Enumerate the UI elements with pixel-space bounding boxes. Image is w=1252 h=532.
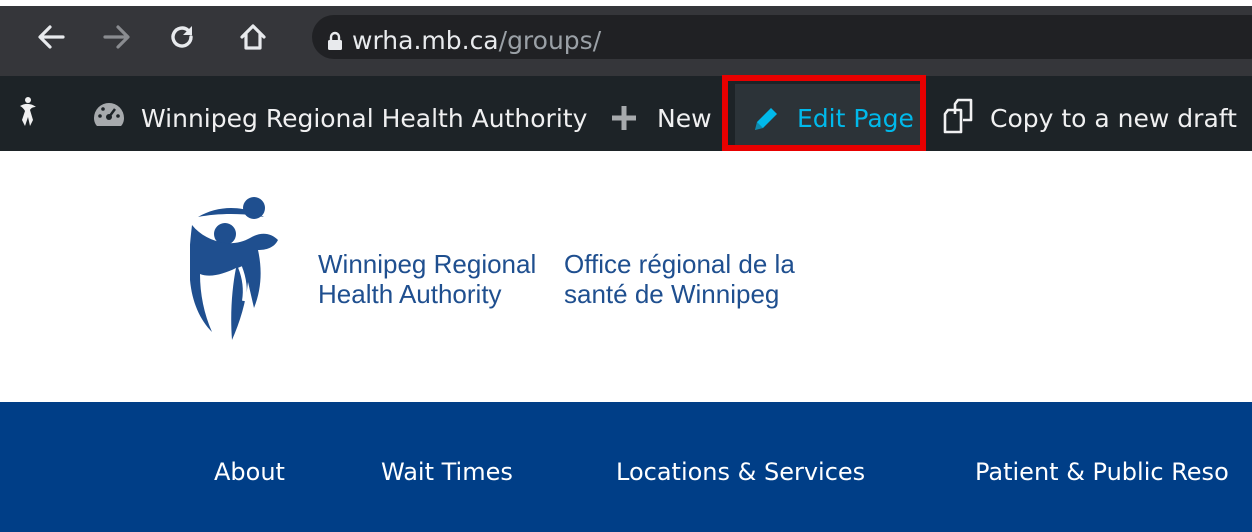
wrha-logo-icon[interactable] — [190, 195, 280, 360]
lock-icon — [328, 31, 342, 50]
admin-edit-page-link[interactable]: Edit Page — [797, 104, 914, 133]
logo-en-line2: Health Authority — [318, 279, 502, 309]
nav-item-wait-times[interactable]: Wait Times — [381, 458, 513, 486]
nav-item-about[interactable]: About — [214, 458, 285, 486]
wrha-admin-logo-icon[interactable] — [16, 96, 40, 128]
home-button[interactable] — [238, 22, 268, 52]
url-path: /groups/ — [498, 26, 602, 55]
logo-fr-line2: santé de Winnipeg — [564, 279, 780, 309]
url-host: wrha.mb.ca — [352, 26, 499, 55]
pencil-icon — [755, 108, 777, 130]
arrow-left-icon — [38, 25, 65, 49]
logo-en-line1: Winnipeg Regional — [318, 249, 537, 279]
home-icon — [240, 24, 266, 50]
logo-fr-line1: Office régional de la — [564, 249, 795, 279]
back-button[interactable] — [36, 22, 66, 52]
plus-icon[interactable] — [610, 104, 638, 132]
address-url[interactable]: wrha.mb.ca/groups/ — [352, 26, 601, 55]
reload-icon — [171, 26, 193, 48]
nav-item-patient-public-resources[interactable]: Patient & Public Reso — [975, 458, 1229, 486]
admin-site-name-link[interactable]: Winnipeg Regional Health Authority — [141, 104, 587, 133]
logo-french-name: Office régional de la santé de Winnipeg — [564, 249, 795, 309]
forward-button[interactable] — [102, 22, 132, 52]
arrow-right-icon — [103, 25, 130, 49]
nav-item-locations-services[interactable]: Locations & Services — [616, 458, 865, 486]
site-main-nav: About Wait Times Locations & Services Pa… — [0, 402, 1252, 532]
dashboard-icon[interactable] — [92, 101, 126, 127]
admin-copy-draft-link[interactable]: Copy to a new draft — [990, 104, 1237, 133]
admin-new-link[interactable]: New — [657, 104, 712, 133]
reload-button[interactable] — [167, 22, 197, 52]
logo-english-name: Winnipeg Regional Health Authority — [318, 249, 536, 309]
copy-draft-icon[interactable] — [943, 98, 983, 136]
